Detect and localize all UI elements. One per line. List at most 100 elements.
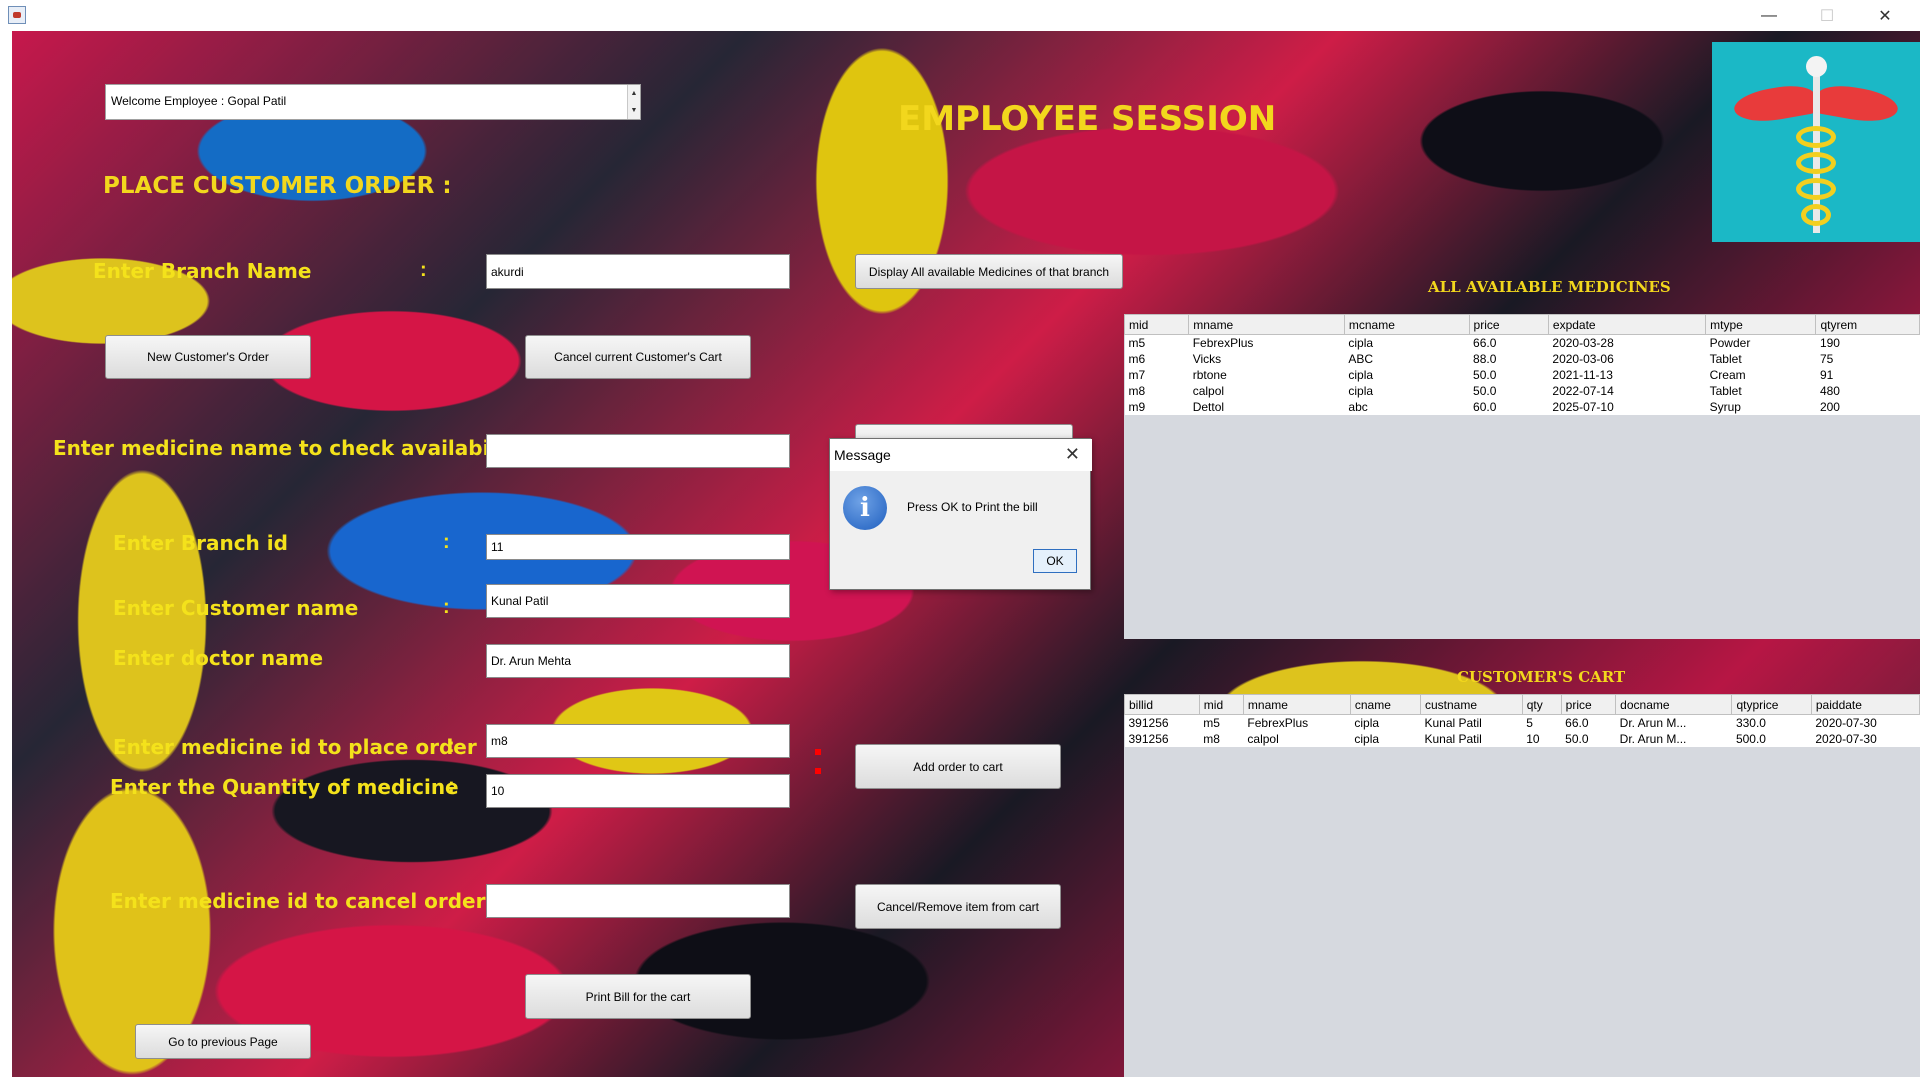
table-cell: m9 (1124, 398, 1189, 415)
medicines-table-panel: mid mname mcname price expdate mtype qtyrem m5… (1123, 314, 1920, 639)
column-header[interactable]: mname (1242, 694, 1351, 715)
go-previous-button[interactable]: Go to previous Page (135, 1024, 311, 1059)
print-bill-button[interactable]: Print Bill for the cart (525, 974, 751, 1019)
session-title: EMPLOYEE SESSION (898, 99, 1277, 139)
new-order-button[interactable]: New Customer's Order (105, 335, 311, 379)
table-cell: 391256 (1124, 714, 1200, 731)
table-row[interactable]: m8 calpol cipla 50.0 2022-07-14 Tablet 480 (1124, 382, 1920, 399)
column-header[interactable]: custname (1419, 694, 1523, 715)
column-header[interactable]: paiddate (1810, 694, 1920, 715)
ok-button[interactable]: OK (1033, 549, 1077, 573)
check-medicine-label: Enter medicine name to check availabilit… (53, 436, 534, 460)
column-header[interactable]: qty (1521, 694, 1562, 715)
close-window-button[interactable]: ✕ (1862, 0, 1908, 31)
java-app-icon (8, 6, 26, 24)
table-cell: Cream (1705, 366, 1816, 383)
branch-id-input[interactable]: 11 (486, 534, 790, 560)
table-cell: 330.0 (1731, 714, 1812, 731)
table-cell: 2025-07-10 (1548, 398, 1706, 415)
medicines-table: mid mname mcname price expdate mtype qtyrem m5… (1123, 314, 1920, 415)
table-cell: m5 (1199, 714, 1244, 731)
dialog-message: Press OK to Print the bill (907, 500, 1038, 514)
info-icon: i (843, 486, 887, 530)
table-cell: 5 (1522, 714, 1562, 731)
column-header[interactable]: price (1468, 314, 1549, 335)
customer-name-input[interactable]: Kunal Patil (486, 584, 790, 618)
welcome-spinner[interactable]: ▲ ▼ (627, 85, 640, 119)
title-bar: — ☐ ✕ (0, 0, 1920, 31)
column-header[interactable]: expdate (1547, 314, 1707, 335)
table-cell: Dettol (1188, 398, 1345, 415)
column-header[interactable]: cname (1349, 694, 1421, 715)
quantity-label: Enter the Quantity of medicine (110, 775, 459, 799)
maximize-button[interactable]: ☐ (1804, 0, 1850, 31)
left-wing-shape (1731, 81, 1819, 127)
table-cell: 75 (1815, 350, 1920, 367)
branch-name-input[interactable]: akurdi (486, 254, 790, 289)
table-cell: 480 (1815, 382, 1920, 399)
medicine-id-label: Enter medicine id to place order (113, 735, 477, 759)
table-cell: Vicks (1188, 350, 1345, 367)
colon-label: : (420, 259, 427, 281)
column-header[interactable]: price (1560, 694, 1617, 715)
table-cell: 500.0 (1731, 730, 1812, 747)
table-cell: 88.0 (1469, 350, 1549, 367)
column-header[interactable]: mtype (1705, 314, 1817, 335)
remove-item-button[interactable]: Cancel/Remove item from cart (855, 884, 1061, 929)
table-cell: 50.0 (1469, 382, 1549, 399)
column-header[interactable]: billid (1124, 694, 1200, 715)
branch-id-label: Enter Branch id (113, 531, 288, 555)
table-cell: m8 (1199, 730, 1244, 747)
snake-coil (1796, 126, 1836, 148)
app-window: — ☐ ✕ Welcome Employee : Gopal Patil ▲ ▼ … (0, 0, 1920, 1080)
table-cell: 190 (1815, 334, 1920, 351)
table-cell: Tablet (1705, 350, 1816, 367)
medicines-heading: ALL AVAILABLE MEDICINES (1428, 278, 1671, 296)
minimize-button[interactable]: — (1746, 0, 1792, 31)
colon-label: : (448, 775, 455, 797)
column-header[interactable]: qtyrem (1815, 314, 1920, 335)
column-header[interactable]: mname (1188, 314, 1345, 335)
column-header[interactable]: mid (1123, 314, 1190, 335)
table-row[interactable]: m5 FebrexPlus cipla 66.0 2020-03-28 Powder 190 (1124, 334, 1920, 351)
table-cell: 50.0 (1561, 730, 1616, 747)
cart-table: billid mid mname cname custname qty price docna… (1124, 694, 1920, 747)
column-header[interactable]: docname (1615, 694, 1733, 715)
table-row[interactable]: 391256 m5 FebrexPlus cipla Kunal Patil 5 66.0 D… (1124, 714, 1920, 731)
check-medicine-input[interactable] (486, 434, 790, 468)
cart-heading: CUSTOMER'S CART (1457, 668, 1626, 686)
column-header[interactable]: mid (1198, 694, 1244, 715)
table-cell: 60.0 (1469, 398, 1549, 415)
table-cell: FebrexPlus (1188, 334, 1345, 351)
table-cell: 10 (1522, 730, 1562, 747)
table-header-row: billid mid mname cname custname qty price docna… (1124, 694, 1920, 715)
table-cell: 66.0 (1469, 334, 1549, 351)
table-row[interactable]: 391256 m8 calpol cipla Kunal Patil 10 50.0 Dr. … (1124, 730, 1920, 747)
red-marker (815, 749, 821, 755)
cancel-id-input[interactable] (486, 884, 790, 918)
table-cell: cipla (1350, 714, 1421, 731)
customer-name-label: Enter Customer name (113, 596, 359, 620)
quantity-input[interactable]: 10 (486, 774, 790, 808)
table-row[interactable]: m6 Vicks ABC 88.0 2020-03-06 Tablet 75 (1124, 350, 1920, 367)
table-row[interactable]: m9 Dettol abc 60.0 2025-07-10 Syrup 200 (1124, 398, 1920, 415)
table-cell: calpol (1243, 730, 1351, 747)
table-row[interactable]: m7 rbtone cipla 50.0 2021-11-13 Cream 91 (1124, 366, 1920, 383)
cart-table-panel: billid mid mname cname custname qty price docna… (1124, 694, 1920, 1077)
dialog-close-icon[interactable]: ✕ (1065, 444, 1080, 465)
doctor-name-input[interactable]: Dr. Arun Mehta (486, 644, 790, 678)
add-to-cart-button[interactable]: Add order to cart (855, 744, 1061, 789)
table-cell: abc (1344, 398, 1470, 415)
medicine-id-input[interactable]: m8 (486, 724, 790, 758)
cancel-cart-button[interactable]: Cancel current Customer's Cart (525, 335, 751, 379)
column-header[interactable]: mcname (1343, 314, 1470, 335)
cancel-id-label: Enter medicine id to cancel order : (110, 889, 501, 913)
table-cell: Dr. Arun M... (1615, 730, 1732, 747)
message-dialog: Message ✕ i Press OK to Print the bill O… (829, 438, 1092, 590)
column-header[interactable]: qtyprice (1731, 694, 1812, 715)
table-cell: 91 (1815, 366, 1920, 383)
table-cell: 2020-03-28 (1548, 334, 1706, 351)
display-medicines-button[interactable]: Display All available Medicines of that … (855, 254, 1123, 289)
table-cell: 2020-07-30 (1811, 714, 1920, 731)
welcome-field[interactable]: Welcome Employee : Gopal Patil (105, 84, 641, 120)
